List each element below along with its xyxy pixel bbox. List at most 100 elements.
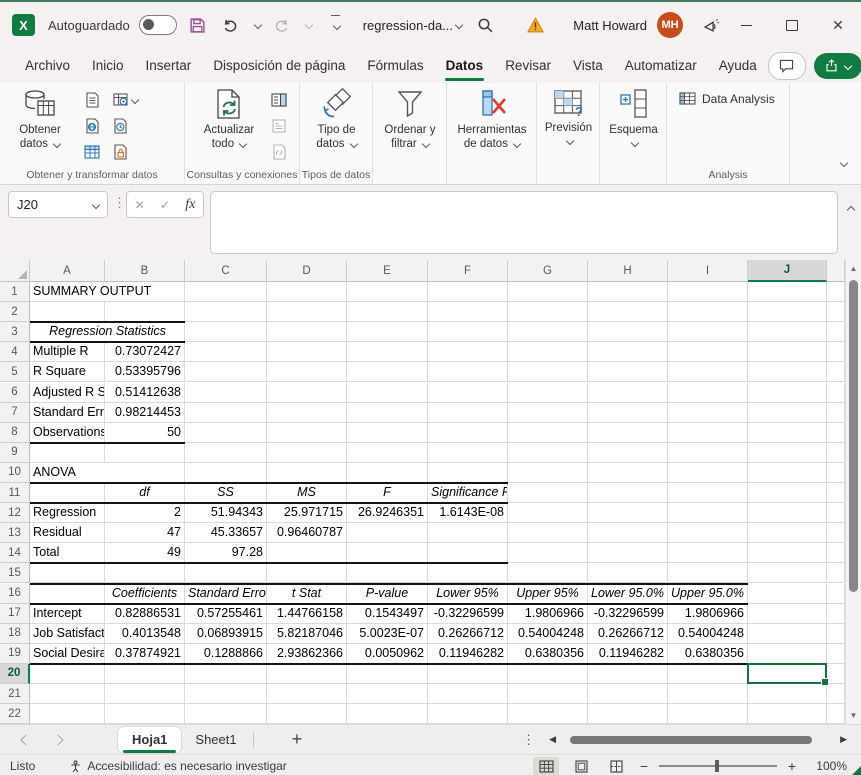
cell-K3[interactable] [827, 322, 845, 342]
cell-B21[interactable] [105, 684, 185, 704]
cell-A14[interactable]: Total [30, 543, 105, 563]
cell-F21[interactable] [428, 684, 508, 704]
redo-dropdown-chevron-icon[interactable] [304, 21, 312, 29]
cell-D13[interactable]: 0.96460787 [267, 523, 347, 543]
cell-D21[interactable] [267, 684, 347, 704]
cell-H6[interactable] [588, 383, 668, 403]
cell-B12[interactable]: 2 [105, 503, 185, 523]
cell-C13[interactable]: 45.33657 [185, 523, 267, 543]
sheet-tab-hoja1[interactable]: Hoja1 [118, 727, 181, 753]
cell-B13[interactable]: 47 [105, 523, 185, 543]
cell-F14[interactable] [428, 543, 508, 563]
cell-K11[interactable] [827, 483, 845, 503]
recent-sources-button[interactable] [108, 115, 132, 137]
row-header-14[interactable]: 14 [0, 543, 30, 563]
cell-B11[interactable]: df [105, 483, 185, 503]
col-header-D[interactable]: D [267, 260, 347, 282]
cell-F3[interactable] [428, 322, 508, 342]
cell-D2[interactable] [267, 302, 347, 322]
cell-E7[interactable] [347, 403, 428, 423]
cell-H5[interactable] [588, 362, 668, 382]
cell-F1[interactable] [428, 282, 508, 302]
cell-J13[interactable] [748, 523, 827, 543]
cell-B18[interactable]: 0.4013548 [105, 624, 185, 644]
cell-H8[interactable] [588, 423, 668, 443]
cell-F7[interactable] [428, 403, 508, 423]
cell-A3[interactable]: Regression Statistics [30, 322, 185, 342]
cell-G8[interactable] [508, 423, 588, 443]
fill-handle[interactable] [821, 678, 829, 686]
cell-G2[interactable] [508, 302, 588, 322]
cell-J12[interactable] [748, 503, 827, 523]
collapse-formula-bar-button[interactable] [845, 201, 854, 219]
cell-C19[interactable]: 0.1288866 [185, 644, 267, 664]
cell-I1[interactable] [668, 282, 748, 302]
cell-A19[interactable]: Social Desirability [30, 644, 105, 664]
cell-J18[interactable] [748, 624, 827, 644]
cell-H22[interactable] [588, 704, 668, 724]
cell-E2[interactable] [347, 302, 428, 322]
cell-E4[interactable] [347, 342, 428, 362]
cell-J5[interactable] [748, 362, 827, 382]
col-header-G[interactable]: G [508, 260, 588, 282]
cell-G14[interactable] [508, 543, 588, 563]
cell-E8[interactable] [347, 423, 428, 443]
cell-E14[interactable] [347, 543, 428, 563]
from-picture-button[interactable] [108, 89, 142, 111]
cell-K6[interactable] [827, 383, 845, 403]
cell-F17[interactable]: -0.32296599 [428, 604, 508, 624]
feedback-button[interactable] [699, 13, 723, 37]
cell-E1[interactable] [347, 282, 428, 302]
from-table-range-button[interactable] [80, 141, 104, 163]
cell-A18[interactable]: Job Satisfaction [30, 624, 105, 644]
cell-K19[interactable] [827, 644, 845, 664]
cell-I12[interactable] [668, 503, 748, 523]
cell-A4[interactable]: Multiple R [30, 342, 105, 362]
cell-I17[interactable]: 1.9806966 [668, 604, 748, 624]
cell-F8[interactable] [428, 423, 508, 443]
cell-B7[interactable]: 0.98214453 [105, 403, 185, 423]
data-tools-button[interactable]: Herramientas de datos [452, 88, 532, 151]
cell-G20[interactable] [508, 664, 588, 684]
tab-archivo[interactable]: Archivo [14, 48, 81, 83]
cell-B9[interactable] [105, 443, 185, 463]
row-header-18[interactable]: 18 [0, 624, 30, 644]
col-header-A[interactable]: A [30, 260, 105, 282]
properties-button[interactable] [267, 115, 291, 137]
vertical-scrollbar[interactable]: ▲ ▼ [845, 260, 861, 724]
cell-E12[interactable]: 26.9246351 [347, 503, 428, 523]
cell-F5[interactable] [428, 362, 508, 382]
cell-I11[interactable] [668, 483, 748, 503]
cell-A1[interactable]: SUMMARY OUTPUT [30, 282, 105, 302]
share-button[interactable] [814, 53, 861, 79]
cell-G10[interactable] [508, 463, 588, 483]
row-header-1[interactable]: 1 [0, 282, 30, 302]
cell-H7[interactable] [588, 403, 668, 423]
cell-B15[interactable] [105, 563, 185, 583]
zoom-slider[interactable] [659, 765, 777, 767]
cell-I22[interactable] [668, 704, 748, 724]
cell-A12[interactable]: Regression [30, 503, 105, 523]
cell-J21[interactable] [748, 684, 827, 704]
cell-C6[interactable] [185, 383, 267, 403]
insert-function-button[interactable]: fx [185, 197, 195, 213]
cell-D12[interactable]: 25.971715 [267, 503, 347, 523]
add-sheet-button[interactable]: + [292, 729, 303, 750]
cell-F16[interactable]: Lower 95% [428, 584, 508, 604]
row-header-17[interactable]: 17 [0, 604, 30, 624]
scroll-left-arrow-icon[interactable]: ◀ [549, 734, 556, 745]
tab-ayuda[interactable]: Ayuda [708, 48, 768, 83]
sheet-options-kebab-icon[interactable]: ⋮ [522, 732, 535, 748]
row-header-8[interactable]: 8 [0, 423, 30, 443]
row-header-3[interactable]: 3 [0, 322, 30, 342]
cell-A7[interactable]: Standard Error [30, 403, 105, 423]
cell-F4[interactable] [428, 342, 508, 362]
cell-D8[interactable] [267, 423, 347, 443]
cell-B10[interactable] [105, 463, 185, 483]
cell-D16[interactable]: t Stat [267, 584, 347, 604]
cell-G1[interactable] [508, 282, 588, 302]
tab-revisar[interactable]: Revisar [494, 48, 562, 83]
user-name[interactable]: Matt Howard [573, 18, 647, 33]
cell-G19[interactable]: 0.6380356 [508, 644, 588, 664]
tab-vista[interactable]: Vista [562, 48, 614, 83]
